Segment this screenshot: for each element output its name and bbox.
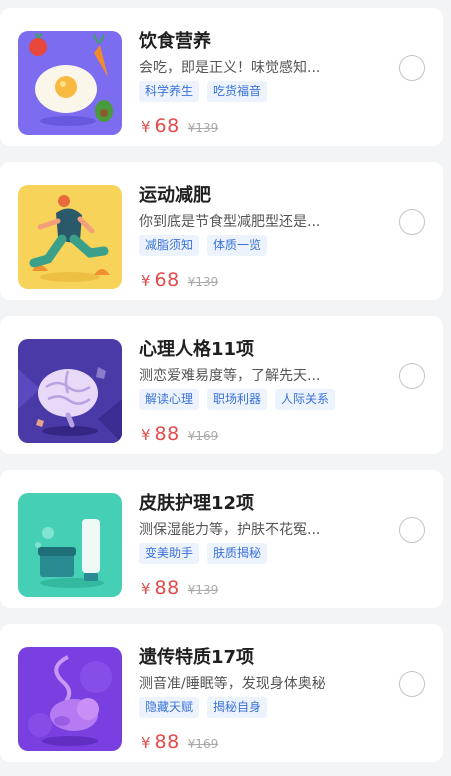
fried-egg-icon	[18, 31, 122, 135]
original-price: ¥139	[187, 583, 219, 597]
course-title: 心理人格11项	[139, 339, 255, 360]
course-description: 会吃，即是正义！味觉感知...	[139, 60, 321, 76]
course-description: 你到底是节食型减肥型还是...	[139, 214, 321, 230]
price-display: ¥88 ¥169	[141, 731, 218, 755]
select-radio[interactable]	[399, 517, 425, 543]
course-tag: 揭秘自身	[207, 697, 268, 718]
currency-symbol: ¥	[141, 272, 151, 290]
currency-symbol: ¥	[141, 734, 151, 752]
course-card[interactable]: 运动减肥 你到底是节食型减肥型还是... 减脂须知 体质一览 ¥68 ¥139	[0, 162, 443, 300]
currency-symbol: ¥	[141, 426, 151, 444]
course-thumbnail	[18, 339, 122, 443]
course-card[interactable]: 心理人格11项 测恋爱难易度等，了解先天... 解读心理 职场利器 人际关系 ¥88…	[0, 316, 443, 454]
course-thumbnail	[18, 493, 122, 597]
original-price: ¥169	[187, 429, 219, 443]
course-description: 测音准/睡眠等，发现身体奥秘	[139, 676, 326, 692]
course-card[interactable]: 皮肤护理12项 测保湿能力等，护肤不花冤... 变美助手 肤质揭秘 ¥88 ¥139	[0, 470, 443, 608]
brain-icon	[18, 339, 122, 443]
course-card[interactable]: 饮食营养 会吃，即是正义！味觉感知... 科学养生 吃货福音 ¥68 ¥139	[0, 8, 443, 146]
course-tag: 解读心理	[139, 389, 200, 410]
course-thumbnail	[18, 647, 122, 751]
course-title: 运动减肥	[139, 185, 211, 206]
running-person-icon	[18, 185, 122, 289]
course-tag: 人际关系	[275, 389, 336, 410]
course-thumbnail	[18, 185, 122, 289]
price-display: ¥88 ¥139	[141, 577, 218, 601]
skincare-icon	[18, 493, 122, 597]
price-display: ¥68 ¥139	[141, 269, 218, 293]
course-tags: 解读心理 职场利器 人际关系	[139, 389, 343, 410]
original-price: ¥139	[187, 275, 219, 289]
course-card[interactable]: 遗传特质17项 测音准/睡眠等，发现身体奥秘 隐藏天赋 揭秘自身 ¥88 ¥169	[0, 624, 443, 762]
course-thumbnail	[18, 31, 122, 135]
course-tags: 隐藏天赋 揭秘自身	[139, 697, 275, 718]
course-tag: 减脂须知	[139, 235, 200, 256]
select-radio[interactable]	[399, 55, 425, 81]
original-price: ¥169	[187, 737, 219, 751]
course-tag: 职场利器	[207, 389, 268, 410]
currency-symbol: ¥	[141, 580, 151, 598]
course-tags: 减脂须知 体质一览	[139, 235, 275, 256]
course-description: 测恋爱难易度等，了解先天...	[139, 368, 321, 384]
course-tag: 变美助手	[139, 543, 200, 564]
price-display: ¥88 ¥169	[141, 423, 218, 447]
current-price: 68	[154, 115, 180, 137]
select-radio[interactable]	[399, 363, 425, 389]
price-display: ¥68 ¥139	[141, 115, 218, 139]
course-tag: 科学养生	[139, 81, 200, 102]
course-tag: 吃货福音	[207, 81, 268, 102]
select-radio[interactable]	[399, 209, 425, 235]
current-price: 88	[154, 731, 180, 753]
select-radio[interactable]	[399, 671, 425, 697]
original-price: ¥139	[187, 121, 219, 135]
course-title: 饮食营养	[139, 31, 211, 52]
course-tag: 肤质揭秘	[207, 543, 268, 564]
course-tags: 变美助手 肤质揭秘	[139, 543, 275, 564]
course-tags: 科学养生 吃货福音	[139, 81, 275, 102]
course-title: 遗传特质17项	[139, 647, 255, 668]
course-list: 饮食营养 会吃，即是正义！味觉感知... 科学养生吃货福音 ¥68 ¥139	[0, 0, 451, 776]
current-price: 68	[154, 269, 180, 291]
current-price: 88	[154, 423, 180, 445]
course-title: 皮肤护理12项	[139, 493, 255, 514]
course-tag: 体质一览	[207, 235, 268, 256]
embryo-icon	[18, 647, 122, 751]
course-description: 测保湿能力等，护肤不花冤...	[139, 522, 321, 538]
current-price: 88	[154, 577, 180, 599]
course-tag: 隐藏天赋	[139, 697, 200, 718]
currency-symbol: ¥	[141, 118, 151, 136]
